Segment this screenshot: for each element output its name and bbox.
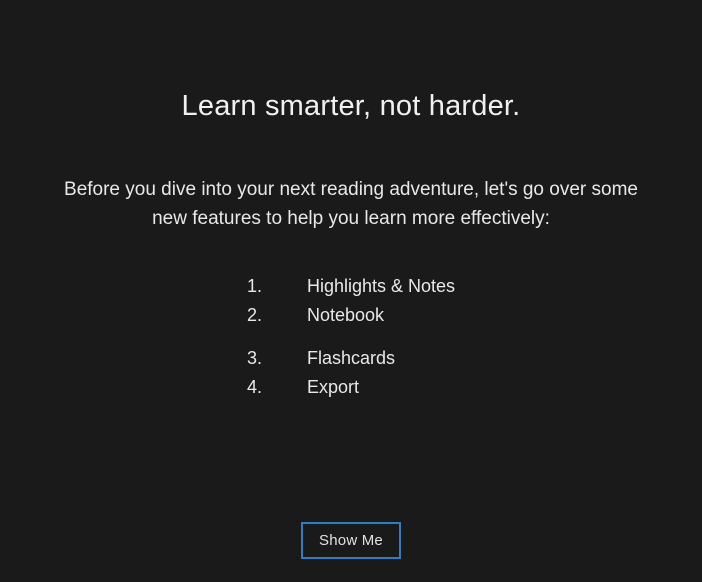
feature-list: 1. Highlights & Notes 2. Notebook 3. Fla… [247,276,455,398]
page-title: Learn smarter, not harder. [182,90,521,123]
cta-wrap: Show Me [301,522,401,559]
feature-label: Highlights & Notes [307,276,455,297]
list-item: 3. Flashcards [247,348,455,369]
feature-label: Export [307,377,359,398]
list-item: 2. Notebook [247,305,455,326]
feature-number: 2. [247,305,307,326]
page-subtitle: Before you dive into your next reading a… [51,175,651,234]
feature-number: 4. [247,377,307,398]
show-me-button[interactable]: Show Me [301,522,401,559]
feature-label: Notebook [307,305,384,326]
list-item: 1. Highlights & Notes [247,276,455,297]
list-item: 4. Export [247,377,455,398]
onboarding-panel: Learn smarter, not harder. Before you di… [0,0,702,582]
feature-label: Flashcards [307,348,395,369]
feature-number: 1. [247,276,307,297]
feature-number: 3. [247,348,307,369]
